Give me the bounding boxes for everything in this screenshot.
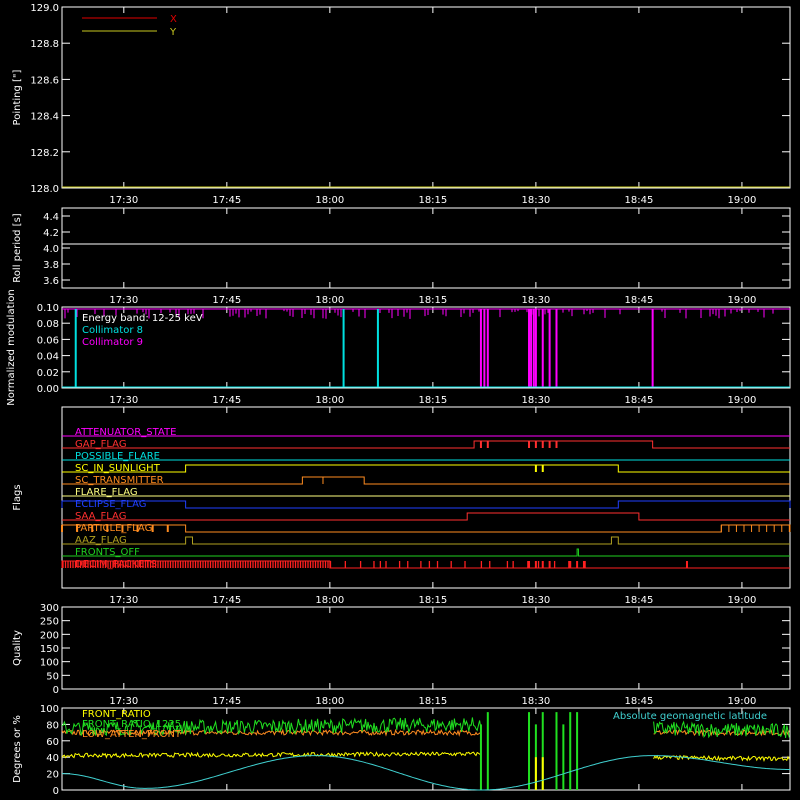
x-tick-label: 19:00 [728,295,757,306]
x-tick-label: 17:30 [109,195,138,206]
y-tick-label: 128.2 [30,148,59,159]
y-tick-label: 0.10 [37,303,59,314]
y-tick-label: 80 [46,720,59,731]
x-tick-label: 18:00 [315,696,344,707]
flag-trace-saa-flag [62,512,790,521]
legend-label: X [170,14,177,25]
x-tick-label: 18:15 [418,696,447,707]
y-tick-label: 150 [40,644,59,655]
energy-band-annotation: Energy band: 12-25 keV [82,313,203,324]
y-tick-label: 129.0 [30,3,59,14]
y-tick-label: 200 [40,630,59,641]
y-tick-label: 0 [53,685,59,696]
y-tick-label: 0.02 [37,368,59,379]
legend-label: Y [169,27,177,38]
y-tick-label: 300 [40,603,59,614]
x-tick-label: 18:15 [418,295,447,306]
y-tick-label: 100 [40,658,59,669]
y-tick-label: 128.6 [30,75,59,86]
y-tick-label: 0 [53,786,59,797]
x-tick-label: 17:45 [212,295,241,306]
y-tick-label: 40 [46,753,59,764]
flag-trace-particle-flag [61,524,791,533]
panel-frame [61,606,791,690]
x-tick-label: 18:00 [315,295,344,306]
y-tick-label: 4.2 [43,228,59,239]
x-tick-label: 18:00 [315,595,344,606]
legend-label: Collimator 8 [82,325,143,336]
flag-trace-sc-in-sunlight [62,464,790,473]
x-tick-label: 17:45 [212,195,241,206]
x-tick-label: 18:30 [521,696,550,707]
x-tick-label: 18:45 [624,595,653,606]
x-tick-label: 17:30 [109,295,138,306]
x-tick-label: 17:45 [212,595,241,606]
x-tick-label: 19:00 [728,696,757,707]
panel-1 [61,207,791,289]
y-tick-label: 0.04 [37,352,59,363]
x-tick-label: 18:30 [521,595,550,606]
y-tick-label: 100 [40,704,59,715]
x-tick-label: 18:45 [624,696,653,707]
y-axis-label: Degrees or % [12,715,23,783]
legend-label: Collimator 9 [82,337,143,348]
panel-frame [61,207,791,289]
y-axis-label: Quality [12,630,23,666]
y-tick-label: 4.0 [43,244,59,255]
y-tick-label: 4.4 [43,212,59,223]
y-tick-label: 0.00 [37,384,59,395]
y-tick-label: 20 [46,770,59,781]
x-tick-label: 18:30 [521,395,550,406]
x-tick-label: 19:00 [728,195,757,206]
y-tick-label: 250 [40,617,59,628]
legend-label: Absolute geomagnetic latitude [613,711,767,722]
y-tick-label: 0.06 [37,335,59,346]
flag-trace-decim-packets [61,560,790,569]
x-tick-label: 17:45 [212,696,241,707]
geomagnetic-latitude-trace [62,755,790,791]
rhessi-observation-summary: 128.0 128.2 128.4 128.6 128.8 129.0 17:30 17:45… [6,3,791,797]
y-tick-label: 3.6 [43,276,59,287]
y-tick-label: 3.8 [43,260,59,271]
y-axis-label: Roll period [s] [12,213,23,282]
x-tick-label: 18:30 [521,295,550,306]
x-tick-label: 19:00 [728,595,757,606]
legend-label: LOW_ATTEN_FRONT [82,729,182,740]
panel-4 [61,606,791,690]
x-tick-label: 18:45 [624,195,653,206]
front-ratio-trace [61,751,790,762]
flag-trace-aaz-flag [62,536,790,545]
x-tick-label: 17:30 [109,696,138,707]
y-tick-label: 128.0 [30,184,59,195]
x-tick-label: 18:15 [418,595,447,606]
y-tick-label: 50 [46,671,59,682]
y-tick-label: 60 [46,737,59,748]
y-tick-label: 128.4 [30,112,59,123]
flag-trace-eclipse-flag [61,500,791,509]
x-tick-label: 18:45 [624,395,653,406]
y-tick-label: 128.8 [30,39,59,50]
x-tick-label: 19:00 [728,395,757,406]
x-tick-label: 18:00 [315,195,344,206]
x-tick-label: 17:45 [212,395,241,406]
x-tick-label: 18:15 [418,195,447,206]
x-tick-label: 18:00 [315,395,344,406]
x-tick-label: 18:15 [418,395,447,406]
x-tick-label: 18:30 [521,195,550,206]
flag-trace-sc-transmitter [62,476,790,485]
x-tick-label: 17:30 [109,395,138,406]
y-axis-label: Normalized modulation [6,289,17,406]
x-tick-label: 18:45 [624,295,653,306]
y-tick-label: 0.08 [37,319,59,330]
flag-trace-gap-flag [62,440,790,449]
x-tick-label: 17:30 [109,595,138,606]
y-axis-label: Pointing ["] [12,69,23,125]
flag-trace-fronts-off [62,548,790,557]
y-axis-label: Flags [12,484,23,510]
